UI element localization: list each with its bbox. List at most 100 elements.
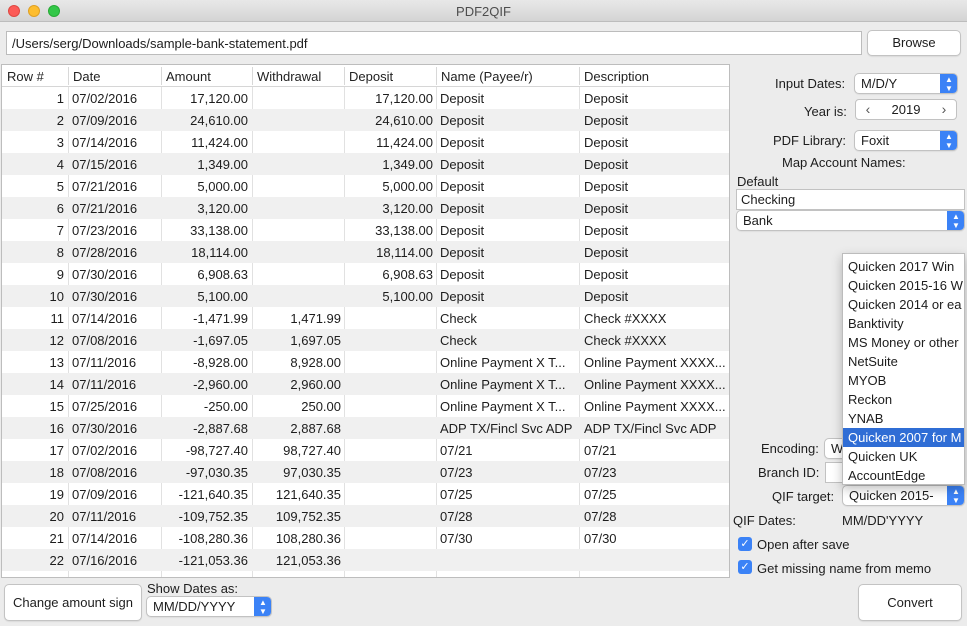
pdf-library-select[interactable]: Foxit ▲ ▼: [854, 130, 958, 151]
cell-date: 07/08/2016: [72, 465, 138, 480]
qif-target-option[interactable]: Quicken 2014 or ea: [843, 295, 964, 314]
column-header-date[interactable]: Date: [69, 69, 100, 84]
table-row[interactable]: 13 07/11/2016 -8,928.00 8,928.00 Online Paym…: [2, 351, 729, 373]
column-header-name[interactable]: Name (Payee/r): [437, 69, 533, 84]
cell-row-number: 5: [56, 179, 64, 194]
show-dates-select[interactable]: MM/DD/YYYY ▲ ▼: [146, 596, 272, 617]
cell-withdrawal: 109,752.35: [275, 509, 341, 524]
table-row[interactable]: 2 07/09/2016 24,610.00 24,610.00 Deposit Depo…: [2, 109, 729, 131]
qif-target-option[interactable]: Quicken UK: [843, 447, 964, 466]
table-row[interactable]: 17 07/02/2016 -98,727.40 98,727.40 07/21 07/2…: [2, 439, 729, 461]
table-row[interactable]: 10 07/30/2016 5,100.00 5,100.00 Deposit Depos…: [2, 285, 729, 307]
table-row[interactable]: 20 07/11/2016 -109,752.35 109,752.35 07/28 07…: [2, 505, 729, 527]
table-row[interactable]: 8 07/28/2016 18,114.00 18,114.00 Deposit Depo…: [2, 241, 729, 263]
cell-amount: -1,471.99: [193, 311, 248, 326]
cell-row-number: 9: [56, 267, 64, 282]
change-amount-sign-button[interactable]: Change amount sign: [4, 584, 142, 621]
table-row[interactable]: 6 07/21/2016 3,120.00 3,120.00 Deposit Deposi…: [2, 197, 729, 219]
cell-name: Deposit: [440, 113, 485, 128]
cell-amount: 1,349.00: [197, 157, 248, 172]
file-path-input[interactable]: /Users/serg/Downloads/sample-bank-statem…: [6, 31, 862, 55]
qif-target-option[interactable]: Quicken 2015-16 W: [843, 276, 964, 295]
cell-row-number: 21: [49, 531, 64, 546]
open-after-save-label[interactable]: Open after save: [757, 537, 850, 552]
input-dates-label: Input Dates:: [775, 76, 846, 91]
qif-target-label: QIF target:: [772, 489, 835, 504]
column-header-amount[interactable]: Amount: [162, 69, 211, 84]
qif-target-option[interactable]: AccountEdge: [843, 466, 964, 484]
cell-description: 07/30: [584, 531, 617, 546]
qif-target-dropdown-menu[interactable]: Quicken 2017 Win Quicken 2015-16 W Quicken…: [842, 253, 965, 485]
cell-date: 07/14/2016: [72, 135, 138, 150]
cell-description: Deposit: [584, 289, 629, 304]
column-header-withdrawal[interactable]: Withdrawal: [253, 69, 321, 84]
qif-target-option[interactable]: Banktivity: [843, 314, 964, 333]
cell-name: 07/28: [440, 509, 473, 524]
qif-target-option[interactable]: YNAB: [843, 409, 964, 428]
column-header-deposit[interactable]: Deposit: [345, 69, 393, 84]
table-row[interactable]: 4 07/15/2016 1,349.00 1,349.00 Deposit Deposi…: [2, 153, 729, 175]
column-header-description[interactable]: Description: [580, 69, 649, 84]
cell-deposit: 5,000.00: [382, 179, 433, 194]
cell-name: 07/21: [440, 443, 473, 458]
chevron-updown-icon: ▲ ▼: [947, 486, 964, 505]
year-stepper[interactable]: ‹ 2019 ›: [855, 99, 957, 120]
cell-date: 07/09/2016: [72, 487, 138, 502]
chevron-updown-icon: ▲ ▼: [940, 131, 957, 150]
table-row[interactable]: 1 07/02/2016 17,120.00 17,120.00 Deposit Depo…: [2, 87, 729, 109]
cell-amount: 6,908.63: [197, 267, 248, 282]
cell-amount: -98,727.40: [185, 443, 248, 458]
convert-button[interactable]: Convert: [858, 584, 962, 621]
missing-name-label[interactable]: Get missing name from memo: [757, 561, 931, 576]
table-row[interactable]: 22 07/16/2016 -121,053.36 121,053.36: [2, 549, 729, 571]
qif-target-option[interactable]: MYOB: [843, 371, 964, 390]
cell-withdrawal: 1,697.05: [290, 333, 341, 348]
qif-target-option[interactable]: Quicken 2007 for M: [843, 428, 964, 447]
account-name-input[interactable]: Checking: [736, 189, 965, 210]
table-row[interactable]: 5 07/21/2016 5,000.00 5,000.00 Deposit Deposi…: [2, 175, 729, 197]
cell-row-number: 8: [56, 245, 64, 260]
cell-deposit: 18,114.00: [376, 245, 433, 260]
open-after-save-checkbox[interactable]: ✓: [738, 537, 752, 551]
table-row[interactable]: 21 07/14/2016 -108,280.36 108,280.36 07/30 07…: [2, 527, 729, 549]
missing-name-checkbox[interactable]: ✓: [738, 560, 752, 574]
qif-dates-value[interactable]: MM/DD'YYYY: [842, 513, 923, 528]
cell-row-number: 18: [49, 465, 64, 480]
show-dates-value: MM/DD/YYYY: [153, 599, 236, 614]
table-row[interactable]: 19 07/09/2016 -121,640.35 121,640.35 07/25 07…: [2, 483, 729, 505]
cell-description: Deposit: [584, 201, 629, 216]
cell-description: Check #XXXX: [584, 311, 667, 326]
input-dates-select[interactable]: M/D/Y ▲ ▼: [854, 73, 958, 94]
qif-target-option[interactable]: Quicken 2017 Win: [843, 257, 964, 276]
table-row[interactable]: 3 07/14/2016 11,424.00 11,424.00 Deposit Depo…: [2, 131, 729, 153]
cell-date: 07/21/2016: [72, 201, 138, 216]
cell-row-number: 20: [49, 509, 64, 524]
qif-target-option[interactable]: Reckon: [843, 390, 964, 409]
account-type-select[interactable]: Bank ▲ ▼: [736, 210, 965, 231]
chevron-right-icon[interactable]: ›: [936, 101, 952, 117]
cell-description: 07/28: [584, 509, 617, 524]
qif-target-select[interactable]: Quicken 2015- ▲ ▼: [842, 485, 965, 506]
cell-date: 07/08/2016: [72, 333, 138, 348]
table-row[interactable]: 7 07/23/2016 33,138.00 33,138.00 Deposit Depo…: [2, 219, 729, 241]
cell-row-number: 6: [56, 201, 64, 216]
cell-name: Deposit: [440, 91, 485, 106]
column-header-row-number[interactable]: Row #: [3, 69, 44, 84]
transactions-table[interactable]: Row # Date Amount Withdrawal Deposit Nam…: [1, 64, 730, 578]
browse-button[interactable]: Browse: [867, 30, 961, 56]
cell-deposit: 17,120.00: [375, 91, 433, 106]
cell-description: 07/21: [584, 443, 617, 458]
table-row[interactable]: 12 07/08/2016 -1,697.05 1,697.05 Check Check …: [2, 329, 729, 351]
table-row[interactable]: 18 07/08/2016 -97,030.35 97,030.35 07/23 07/2…: [2, 461, 729, 483]
table-row[interactable]: 15 07/25/2016 -250.00 250.00 Online Payment …: [2, 395, 729, 417]
cell-date: 07/02/2016: [72, 91, 138, 106]
table-row[interactable]: 9 07/30/2016 6,908.63 6,908.63 Deposit Deposi…: [2, 263, 729, 285]
table-row[interactable]: 14 07/11/2016 -2,960.00 2,960.00 Online Paym…: [2, 373, 729, 395]
cell-row-number: 22: [49, 553, 64, 568]
table-row[interactable]: 16 07/30/2016 -2,887.68 2,887.68 ADP TX/Finc…: [2, 417, 729, 439]
table-row[interactable]: 11 07/14/2016 -1,471.99 1,471.99 Check Check …: [2, 307, 729, 329]
cell-name: Check: [440, 333, 477, 348]
cell-amount: 33,138.00: [190, 223, 248, 238]
qif-target-option[interactable]: NetSuite: [843, 352, 964, 371]
qif-target-option[interactable]: MS Money or other: [843, 333, 964, 352]
